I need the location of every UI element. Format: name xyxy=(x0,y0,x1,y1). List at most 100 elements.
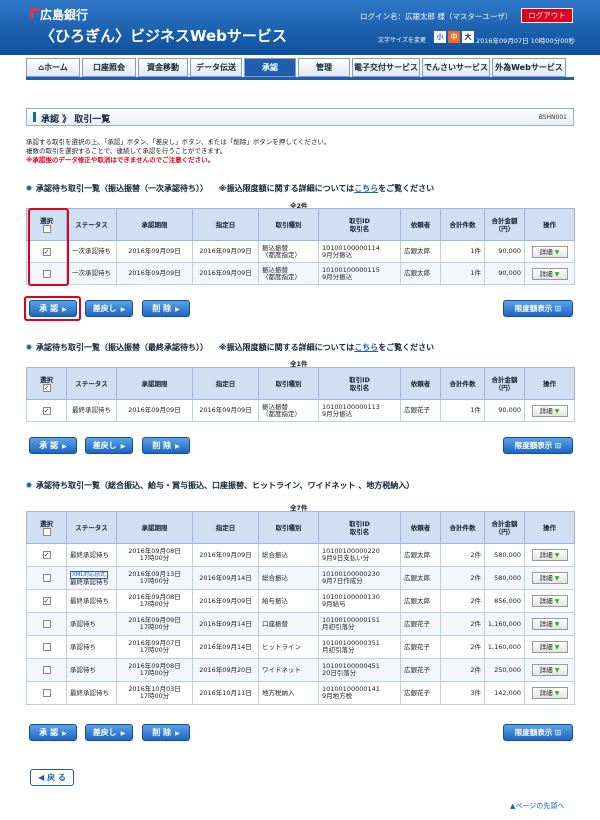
row-id: 10100100000114 9月分振込 xyxy=(318,240,401,263)
section-1-note-post: をご覧ください xyxy=(378,184,435,193)
tab-e-delivery[interactable]: 電子交付サービス xyxy=(352,58,420,77)
arrow-right-icon: ▶ xyxy=(175,730,180,737)
return-button[interactable]: 差戻し ▶ xyxy=(85,437,133,454)
limit-display-button[interactable]: 限度額表示 ⊡ xyxy=(503,300,573,317)
chevron-down-icon: ▼ xyxy=(554,667,560,674)
detail-button[interactable]: 詳細 ▼ xyxy=(531,687,568,699)
row-date: 2016年10月11日 xyxy=(192,681,259,705)
detail-button[interactable]: 詳細 ▼ xyxy=(531,572,568,584)
row-date: 2016年09月14日 xyxy=(192,612,259,636)
row-type: 地方税納入 xyxy=(258,681,319,705)
col-date: 指定日 xyxy=(192,511,259,544)
arrow-right-icon: ▶ xyxy=(120,306,126,313)
row-id: 10100100000130 9月給与 xyxy=(318,589,401,613)
service-name: 〈ひろぎん〉ビジネスWebサービス xyxy=(40,27,287,45)
tab-approval[interactable]: 承認 xyxy=(244,58,296,77)
row-requester: 広銀花子 xyxy=(400,681,441,705)
row-date: 2016年09月20日 xyxy=(192,658,259,682)
tab-data-transmission[interactable]: データ伝送 xyxy=(190,58,242,77)
row-count: 1件 xyxy=(440,240,485,263)
tab-home[interactable]: ⌂ホーム xyxy=(26,58,80,77)
limit-display-button[interactable]: 限度額表示 ⊡ xyxy=(503,724,573,741)
window-icon: ⊡ xyxy=(554,304,562,313)
col-deadline: 承認期限 xyxy=(116,511,193,544)
row-type: 給与振込 xyxy=(258,589,319,613)
col-type: 取引種別 xyxy=(258,367,319,400)
delete-button[interactable]: 削 除 ▶ xyxy=(142,437,190,454)
row-status: 最終承認待ち xyxy=(66,681,117,705)
col-status: ステータス xyxy=(66,208,117,241)
font-medium-button[interactable]: 中 xyxy=(448,31,460,43)
login-info: ログイン名：広銀太郎 様（マスターユーザ） xyxy=(360,12,513,21)
row-date: 2016年09月09日 xyxy=(192,589,259,613)
back-button[interactable]: ◀ 戻 る xyxy=(30,769,74,786)
bullet-icon xyxy=(26,482,32,488)
limit-display-button[interactable]: 限度額表示 ⊡ xyxy=(503,437,573,454)
select-highlight xyxy=(28,208,69,286)
current-datetime: 2016年09月07日 10時00分00秒 xyxy=(476,37,575,45)
tab-forex-web[interactable]: 外為Webサービス xyxy=(492,58,566,77)
tab-management[interactable]: 管理 xyxy=(298,58,350,77)
arrow-right-icon: ▶ xyxy=(62,443,67,450)
select-all-checkbox[interactable]: ✓ xyxy=(42,383,51,392)
col-requester: 依頼者 xyxy=(400,367,441,400)
row-deadline: 2016年09月09日 xyxy=(116,262,193,285)
row-checkbox[interactable]: ✓ xyxy=(42,406,51,415)
detail-button[interactable]: 詳細 ▼ xyxy=(531,404,568,417)
row-checkbox[interactable]: ✓ xyxy=(42,597,51,605)
logout-button[interactable]: ログアウト xyxy=(521,8,573,23)
font-small-button[interactable]: 小 xyxy=(434,31,446,43)
row-deadline: 2016年09月08日 17時00分 xyxy=(116,543,193,567)
tab-account-inquiry[interactable]: 口座照会 xyxy=(82,58,136,77)
row-checkbox[interactable] xyxy=(42,643,51,651)
detail-button[interactable]: 詳細 ▼ xyxy=(531,267,568,280)
detail-button[interactable]: 詳細 ▼ xyxy=(531,664,568,676)
col-count: 合計件数 xyxy=(440,367,485,400)
bank-logo-icon xyxy=(30,8,40,18)
font-size-label: 文字サイズを変更 xyxy=(378,37,426,44)
delete-button[interactable]: 削 除 ▶ xyxy=(142,300,190,317)
chevron-down-icon: ▼ xyxy=(554,248,560,256)
arrow-left-icon: ◀ xyxy=(38,773,45,782)
row-id: 10100100000230 9月7日作成分 xyxy=(318,566,401,590)
row-checkbox[interactable]: ✓ xyxy=(42,551,51,559)
page-top-link[interactable]: ▲ページの先頭へ xyxy=(510,801,564,811)
tab-densai[interactable]: でんさいサービス xyxy=(422,58,490,77)
select-all-checkbox[interactable] xyxy=(42,527,51,536)
approve-button[interactable]: 承 認 ▶ xyxy=(29,724,77,741)
chevron-down-icon: ▼ xyxy=(554,598,560,605)
return-button[interactable]: 差戻し ▶ xyxy=(85,724,133,741)
col-count: 合計件数 xyxy=(440,511,485,544)
tab-fund-transfer[interactable]: 資金移動 xyxy=(138,58,188,77)
detail-button[interactable]: 詳細 ▼ xyxy=(531,641,568,653)
row-date: 2016年09月09日 xyxy=(192,262,259,285)
detail-button[interactable]: 詳細 ▼ xyxy=(531,595,568,607)
arrow-right-icon: ▶ xyxy=(120,730,126,737)
detail-button[interactable]: 詳細 ▼ xyxy=(531,549,568,561)
row-checkbox[interactable] xyxy=(42,620,51,628)
delete-button[interactable]: 削 除 ▶ xyxy=(142,724,190,741)
col-id: 取引ID 取引名 xyxy=(318,208,401,241)
row-amount: 580,000 xyxy=(484,543,525,567)
return-button[interactable]: 差戻し ▶ xyxy=(85,300,133,317)
row-checkbox[interactable] xyxy=(42,689,51,697)
section-1-limit-link[interactable]: こちら xyxy=(354,184,378,193)
detail-button[interactable]: 詳細 ▼ xyxy=(531,245,568,258)
approve-button[interactable]: 承 認 ▶ xyxy=(29,437,77,454)
nav-underline xyxy=(26,77,574,80)
row-status: 最終承認待ち xyxy=(66,543,117,567)
row-deadline: 2016年09月08日 17時00分 xyxy=(116,589,193,613)
row-checkbox[interactable] xyxy=(42,574,51,582)
row-amount: 1,160,000 xyxy=(484,635,525,659)
intro-warning: ※承認後のデータ修正や取消はできませんのでご注意ください。 xyxy=(26,156,215,164)
bullet-icon xyxy=(26,185,32,191)
row-checkbox[interactable] xyxy=(42,666,51,674)
row-type: 振込振替 （都度指定） xyxy=(258,399,319,422)
font-large-button[interactable]: 大 xyxy=(462,31,474,43)
row-deadline: 2016年09月09日 xyxy=(116,399,193,422)
row-status: XML対応形式 最終承認待ち xyxy=(66,566,117,590)
row-status: 一次承認待ち xyxy=(66,262,117,285)
section-2-limit-link[interactable]: こちら xyxy=(354,343,378,352)
row-amount: 250,000 xyxy=(484,658,525,682)
detail-button[interactable]: 詳細 ▼ xyxy=(531,618,568,630)
